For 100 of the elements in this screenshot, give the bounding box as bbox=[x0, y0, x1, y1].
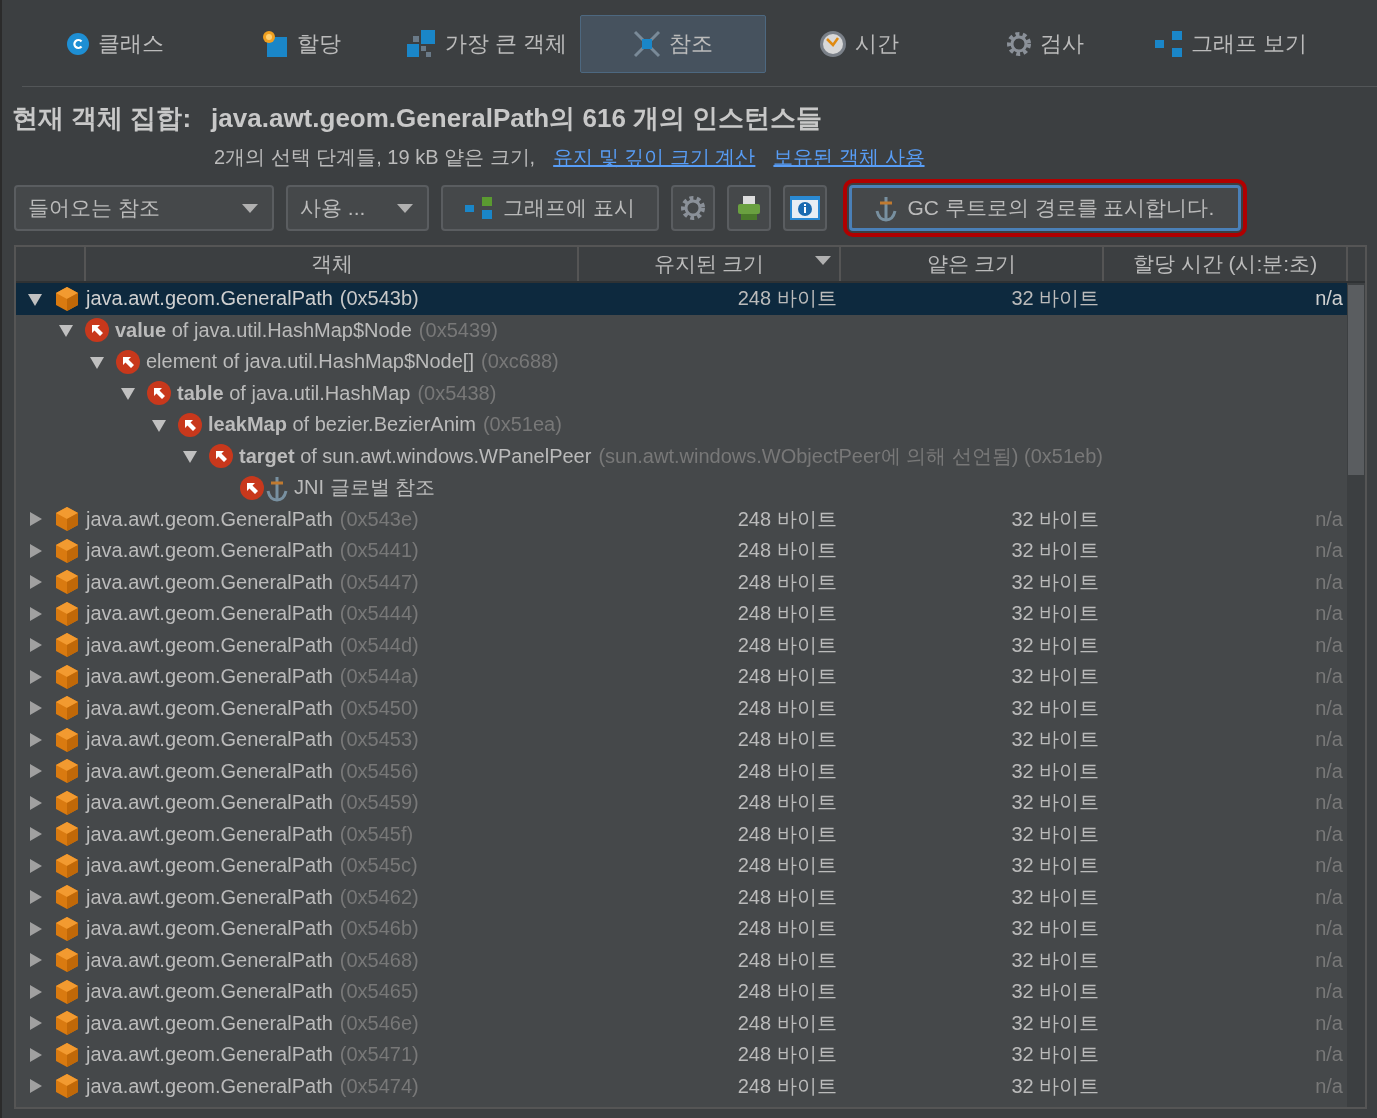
table-cell-text: 248 바이트 bbox=[736, 727, 838, 753]
collapse-icon[interactable] bbox=[120, 385, 136, 402]
table-cell-text: 32 바이트 bbox=[1010, 569, 1101, 595]
cube-icon bbox=[54, 632, 80, 659]
dropdown[interactable]: 사용 ... bbox=[286, 185, 429, 231]
tab[interactable]: 검사 bbox=[952, 15, 1138, 73]
cube-icon bbox=[54, 1010, 80, 1037]
cube-icon bbox=[54, 852, 80, 879]
expand-icon[interactable] bbox=[27, 920, 43, 937]
expand-icon[interactable] bbox=[27, 637, 43, 654]
expand-icon[interactable] bbox=[27, 889, 43, 906]
reference-icon bbox=[209, 444, 233, 469]
table-cell-text: 248 바이트 bbox=[736, 1073, 838, 1099]
expand-icon[interactable] bbox=[27, 857, 43, 874]
tab[interactable]: 클래스 bbox=[22, 15, 208, 73]
table-cell-text: 248 바이트 bbox=[736, 821, 838, 847]
cube-icon bbox=[54, 978, 80, 1005]
reference-icon bbox=[147, 381, 171, 406]
cube-icon bbox=[54, 758, 80, 785]
object-label: java.awt.geom.GeneralPath (0x543b) bbox=[86, 287, 419, 311]
column-header[interactable]: 유지된 크기 bbox=[579, 247, 841, 281]
tab[interactable]: 가장 큰 객체 bbox=[394, 15, 580, 73]
cube-icon bbox=[54, 285, 80, 312]
expand-icon[interactable] bbox=[27, 826, 43, 843]
expand-icon[interactable] bbox=[27, 574, 43, 591]
info-button[interactable] bbox=[782, 185, 827, 231]
expand-icon[interactable] bbox=[27, 1015, 43, 1032]
table-cell-text: 248 바이트 bbox=[736, 790, 838, 816]
table-cell-text: 32 바이트 bbox=[1010, 1010, 1101, 1036]
expand-icon[interactable] bbox=[27, 1046, 43, 1063]
table-cell-text: 32 바이트 bbox=[1010, 506, 1101, 532]
collapse-icon[interactable] bbox=[58, 322, 74, 339]
table-cell-text: 248 바이트 bbox=[736, 947, 838, 973]
collapse-icon[interactable] bbox=[182, 448, 198, 465]
cube-icon bbox=[54, 537, 80, 564]
table-cell-text: 32 바이트 bbox=[1010, 790, 1101, 816]
table-cell-text: 248 바이트 bbox=[736, 632, 838, 658]
tree-row[interactable]: java.awt.geom.GeneralPath (0x543b) 248 바이트 32 바이트 n/a bbox=[16, 283, 1347, 315]
table-cell-text: 32 바이트 bbox=[1010, 947, 1101, 973]
expand-icon[interactable] bbox=[27, 794, 43, 811]
table-cell-text: 248 바이트 bbox=[736, 506, 838, 532]
dropdown[interactable]: 들어오는 참조 bbox=[14, 185, 274, 231]
expand-icon[interactable] bbox=[27, 983, 43, 1000]
tab[interactable]: 그래프 보기 bbox=[1138, 15, 1324, 73]
anchor-icon bbox=[875, 194, 898, 222]
tab[interactable]: 참조 bbox=[580, 15, 766, 73]
heading-label: 현재 객체 집합: bbox=[12, 102, 192, 135]
info-icon bbox=[789, 196, 820, 220]
gear-button[interactable] bbox=[670, 185, 715, 231]
column-header[interactable]: 할당 시간 (시:분:초) bbox=[1104, 247, 1348, 281]
cube-icon bbox=[54, 821, 80, 848]
reference-icon bbox=[85, 318, 109, 343]
table-cell-text: 248 바이트 bbox=[736, 1042, 838, 1068]
table-cell-text: 248 바이트 bbox=[736, 664, 838, 690]
clock-icon bbox=[819, 30, 847, 58]
expand-icon[interactable] bbox=[27, 605, 43, 622]
cube-icon bbox=[54, 1041, 80, 1068]
expand-icon[interactable] bbox=[27, 668, 43, 685]
allocation-icon bbox=[261, 30, 289, 58]
graph-icon bbox=[1154, 31, 1183, 57]
table-cell-text: 32 바이트 bbox=[1010, 538, 1101, 564]
table-cell-text: 248 바이트 bbox=[736, 286, 838, 312]
caret-icon bbox=[397, 203, 413, 213]
tab[interactable]: 할당 bbox=[208, 15, 394, 73]
tree-row[interactable]: JNI 글로벌 참조 bbox=[16, 472, 1347, 504]
reference-icon bbox=[240, 475, 264, 500]
expand-icon[interactable] bbox=[27, 763, 43, 780]
expand-icon[interactable] bbox=[27, 1078, 43, 1095]
table-cell-text: 32 바이트 bbox=[1010, 884, 1101, 910]
cube-icon bbox=[54, 569, 80, 596]
expand-icon[interactable] bbox=[27, 731, 43, 748]
reference-icon bbox=[116, 349, 140, 374]
table-cell-text: 32 바이트 bbox=[1010, 821, 1101, 847]
heading-title: java.awt.geom.GeneralPath의 616 개의 인스턴스들 bbox=[211, 102, 823, 135]
arrows-icon bbox=[633, 30, 661, 58]
scrollbar[interactable] bbox=[1347, 283, 1365, 1107]
table-cell-text: 248 바이트 bbox=[736, 601, 838, 627]
expand-icon[interactable] bbox=[27, 542, 43, 559]
settings-icon bbox=[1006, 31, 1032, 57]
table-cell-text: 32 바이트 bbox=[1010, 632, 1101, 658]
table-cell-text: 32 바이트 bbox=[1010, 601, 1101, 627]
link[interactable]: 보유된 객체 사용 bbox=[773, 144, 925, 171]
settings-icon bbox=[679, 195, 706, 221]
cube-icon bbox=[54, 1073, 80, 1100]
tab[interactable]: 시간 bbox=[766, 15, 952, 73]
column-header[interactable]: 객체 bbox=[86, 247, 579, 281]
table-cell-text: 32 바이트 bbox=[1010, 727, 1101, 753]
show-graph-button[interactable]: 그래프에 표시 bbox=[441, 185, 659, 231]
graph-icon bbox=[465, 197, 493, 219]
expand-icon[interactable] bbox=[27, 952, 43, 969]
object-label: JNI 글로벌 참조 bbox=[294, 475, 436, 501]
link[interactable]: 유지 및 깊이 크기 계산 bbox=[553, 144, 756, 171]
cube-icon bbox=[54, 726, 80, 753]
caret-icon bbox=[242, 203, 258, 213]
printer-button[interactable] bbox=[726, 185, 771, 231]
table-cell-text: 248 바이트 bbox=[736, 569, 838, 595]
column-header[interactable]: 얕은 크기 bbox=[841, 247, 1104, 281]
expand-icon[interactable] bbox=[27, 511, 43, 528]
cube-icon bbox=[54, 663, 80, 690]
expand-icon[interactable] bbox=[27, 700, 43, 717]
